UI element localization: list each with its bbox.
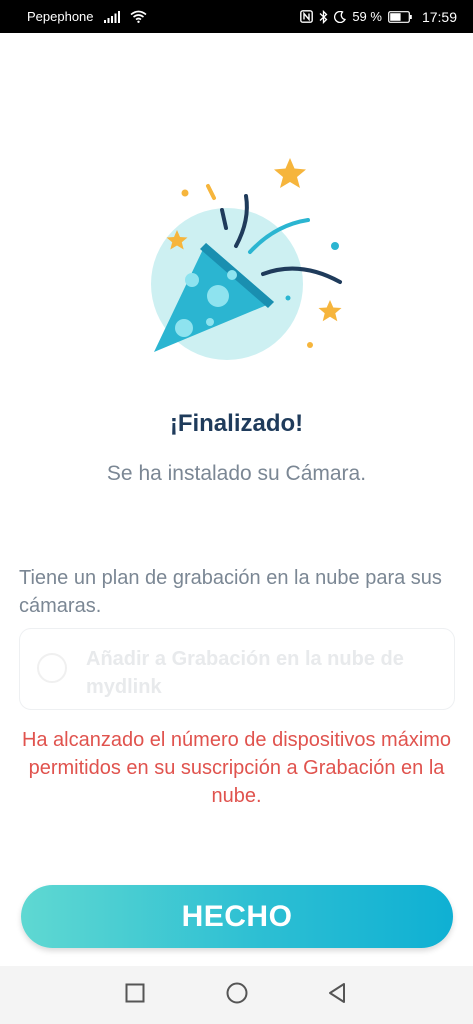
- wifi-icon: [130, 10, 147, 23]
- bluetooth-icon: [319, 9, 328, 24]
- cloud-recording-option[interactable]: Añadir a Grabación en la nube de mydlink: [19, 628, 455, 710]
- cloud-plan-question: Tiene un plan de grabación en la nube pa…: [19, 567, 442, 617]
- done-button[interactable]: HECHO: [21, 885, 453, 948]
- status-right: 59 % 17:59: [300, 9, 457, 25]
- battery-percent: 59 %: [352, 9, 382, 24]
- device-limit-error: Ha alcanzado el número de dispositivos m…: [21, 729, 452, 807]
- clock: 17:59: [421, 8, 457, 25]
- triangle-back-icon: [327, 982, 347, 1009]
- nfc-icon: [300, 10, 314, 23]
- signal-icon: [103, 10, 120, 23]
- system-nav-bar: [0, 966, 473, 1024]
- screen: Pepephone 59 % 17:59 ¡Finalizado! Se ha …: [0, 0, 473, 1024]
- cloud-recording-option-label: Añadir a Grabación en la nube de mydlink: [86, 648, 404, 698]
- battery-icon: [388, 10, 412, 23]
- nav-back-button[interactable]: [307, 966, 367, 1024]
- circle-icon: [226, 982, 248, 1009]
- moon-icon: [334, 10, 347, 23]
- page-title: ¡Finalizado!: [169, 410, 304, 437]
- cloud-recording-radio[interactable]: [37, 653, 67, 683]
- party-popper-icon: [140, 150, 350, 370]
- nav-recents-button[interactable]: [105, 966, 165, 1024]
- status-left: Pepephone: [27, 9, 147, 24]
- square-icon: [125, 983, 145, 1008]
- nav-home-button[interactable]: [207, 966, 267, 1024]
- page-subtitle: Se ha instalado su Cámara.: [106, 462, 367, 485]
- status-bar: Pepephone 59 % 17:59: [0, 0, 473, 33]
- carrier-name: Pepephone: [27, 9, 94, 24]
